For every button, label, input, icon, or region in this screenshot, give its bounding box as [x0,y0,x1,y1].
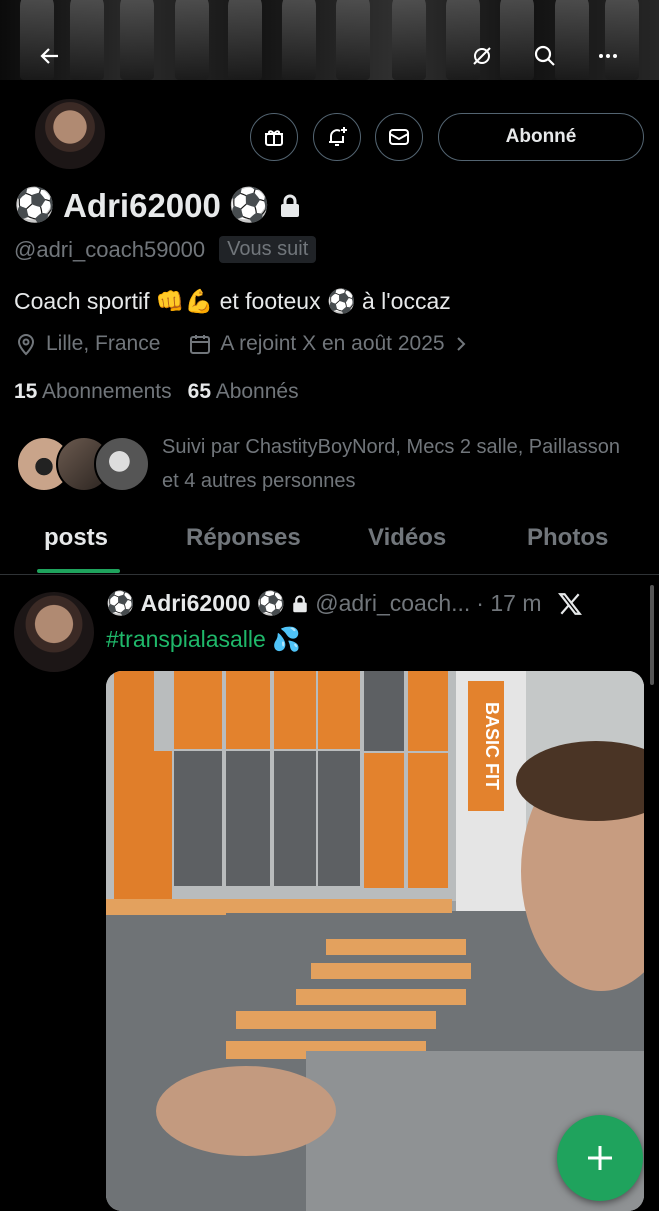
post-time: · 17 m [476,590,542,616]
grok-icon [473,47,491,65]
tab-posts[interactable]: posts [44,524,108,552]
profile-stats: 15 Abonnements 65 Abonnés [14,380,299,404]
x-logo-icon[interactable] [557,591,583,617]
gift-icon [265,130,283,146]
search-icon [534,45,555,66]
profile-meta: Lille, France A rejoint X en août 2025 [14,332,469,356]
profile-joined[interactable]: A rejoint X en août 2025 [220,332,444,356]
post-author-handle[interactable]: @adri_coach... [315,590,470,617]
envelope-icon [389,129,409,145]
profile-name: ⚽ Adri62000 ⚽ [14,186,302,225]
locker-room-photo: BASIC FIT [106,671,644,1211]
plus-icon [588,1146,612,1170]
tab-videos[interactable]: Vidéos [368,524,446,552]
grok-button[interactable] [462,36,502,76]
post-author-name[interactable]: Adri62000 [141,590,251,617]
more-dots-icon [599,54,617,58]
followed-by-text[interactable]: Suivi par ChastityBoyNord, Mecs 2 salle,… [162,430,642,498]
active-tab-indicator [37,569,120,573]
more-button[interactable] [588,36,628,76]
search-button[interactable] [525,36,565,76]
soccer-ball-emoji: ⚽ [14,186,56,223]
location-pin-icon [17,334,35,356]
followers-stat[interactable]: 65 Abonnés [188,380,299,404]
follows-you-badge: Vous suit [219,236,317,263]
notify-button[interactable] [313,113,361,161]
compose-button[interactable] [557,1115,643,1201]
display-name: Adri62000 [63,186,221,224]
soccer-ball-emoji: ⚽ [106,590,135,616]
bell-plus-icon [329,127,347,146]
post-hashtag[interactable]: #transpialasalle 💦 [106,626,301,653]
post-media-image[interactable]: BASIC FIT [106,671,644,1211]
profile-handle: @adri_coach59000 [14,236,206,262]
lock-icon [280,194,299,217]
gift-button[interactable] [250,113,298,161]
profile-tabs: posts Réponses Vidéos Photos [0,516,659,575]
follower-avatar[interactable] [94,436,150,492]
soccer-ball-emoji: ⚽ [228,186,270,223]
arrow-left-icon [40,48,58,64]
back-button[interactable] [30,36,70,76]
tab-replies[interactable]: Réponses [186,524,301,552]
profile-avatar[interactable] [32,96,108,172]
profile-location: Lille, France [46,332,161,355]
following-button[interactable]: Abonné [438,113,644,161]
profile-handle-row: @adri_coach59000 Vous suit [14,236,317,263]
following-stat[interactable]: 15 Abonnements [14,380,172,404]
tab-photos[interactable]: Photos [527,524,608,552]
soccer-ball-emoji: ⚽ [256,590,286,616]
profile-bio: Coach sportif 👊💪 et footeux ⚽ à l'occaz [14,288,451,314]
scrollbar[interactable] [650,585,654,685]
post-avatar[interactable] [14,592,94,672]
post-header: ⚽ Adri62000 ⚽ @adri_coach... · 17 m [106,590,583,617]
lock-icon [293,594,307,612]
calendar-icon [190,335,211,354]
message-button[interactable] [375,113,423,161]
chevron-right-icon[interactable] [453,334,469,354]
gym-sign: BASIC FIT [482,702,502,790]
